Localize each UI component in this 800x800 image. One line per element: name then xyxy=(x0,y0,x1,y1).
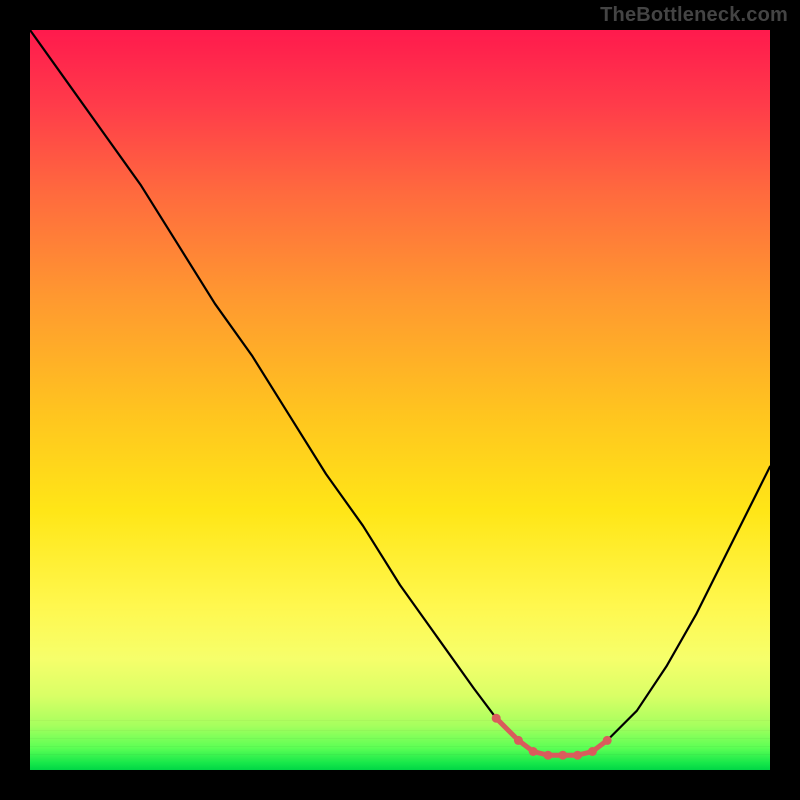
optimal-range-markers xyxy=(30,30,770,770)
chart-frame: TheBottleneck.com xyxy=(0,0,800,800)
plot-area xyxy=(30,30,770,770)
watermark-text: TheBottleneck.com xyxy=(600,4,788,27)
